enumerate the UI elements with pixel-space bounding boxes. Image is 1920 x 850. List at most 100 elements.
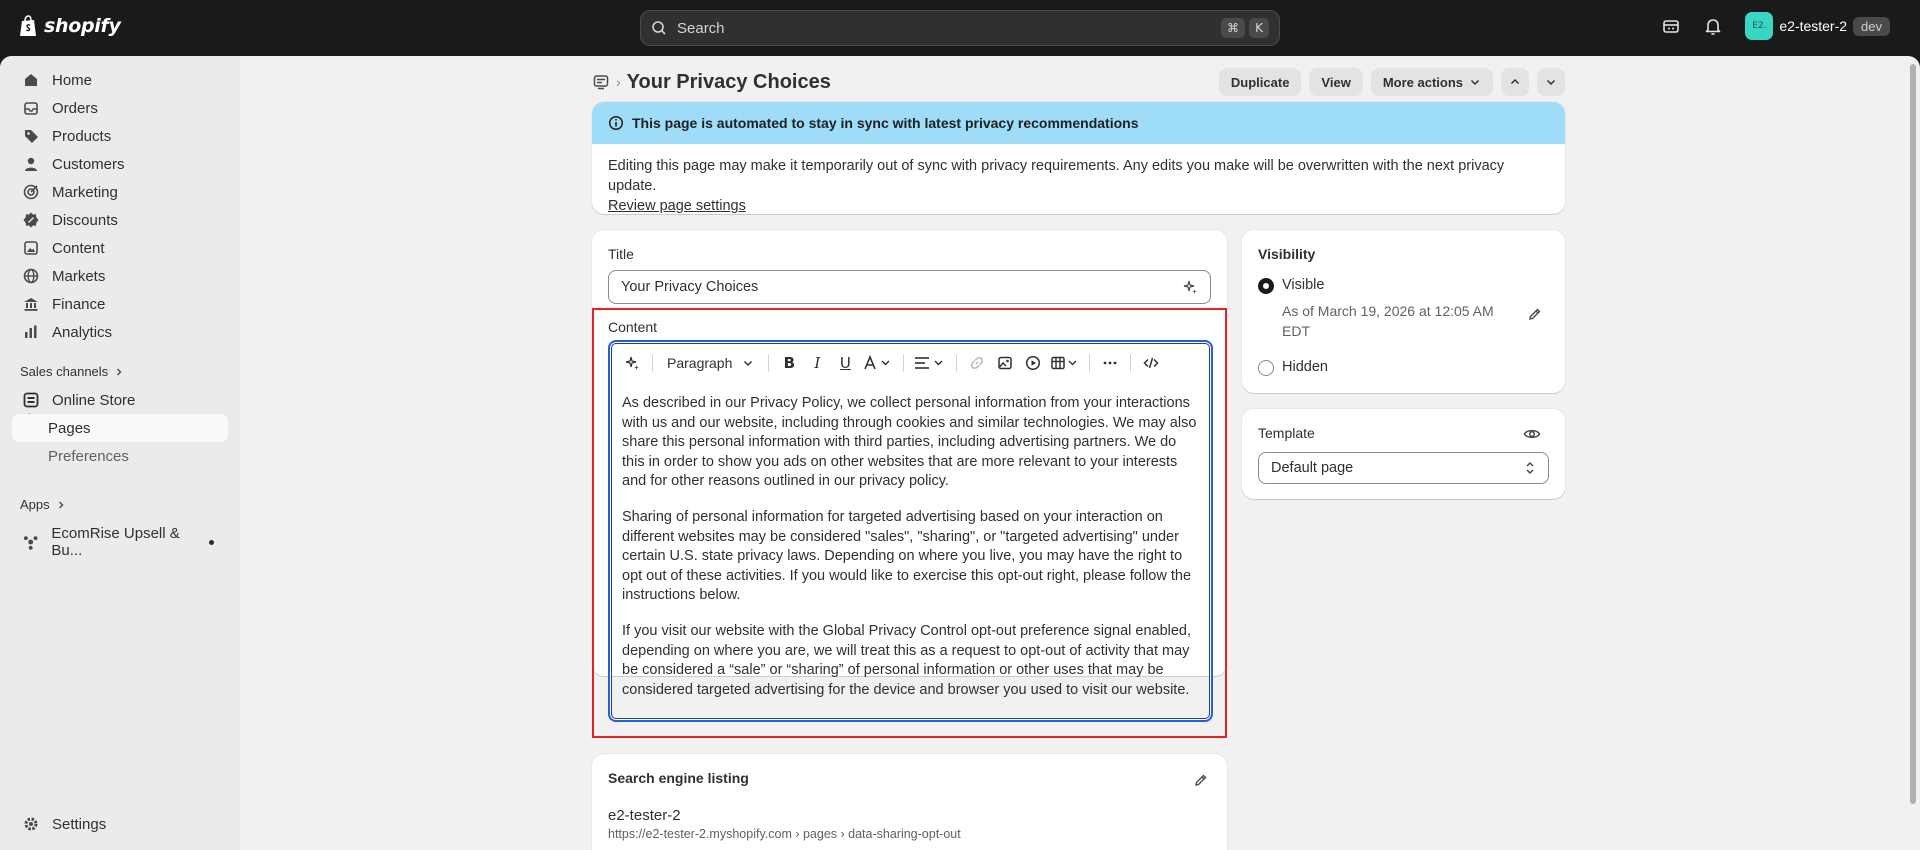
sidebar-item-analytics[interactable]: Analytics xyxy=(12,318,228,346)
env-badge: dev xyxy=(1853,16,1890,36)
visibility-card: Visibility Visible As of March 19, 2026 … xyxy=(1242,230,1565,393)
content-highlight-frame xyxy=(592,308,1227,738)
visible-label: Visible xyxy=(1282,277,1325,293)
bell-icon[interactable] xyxy=(1703,16,1723,36)
visibility-title: Visibility xyxy=(1258,246,1316,262)
sidebar-item-preferences[interactable]: Preferences xyxy=(12,442,228,470)
pin-dot-icon xyxy=(209,539,214,545)
sidebar-item-markets[interactable]: Markets xyxy=(12,262,228,290)
title-value: Your Privacy Choices xyxy=(621,279,759,295)
target-icon xyxy=(23,184,39,200)
sidebar-item-label: Pages xyxy=(48,419,91,437)
sidebar-item-label: Discounts xyxy=(52,211,118,229)
seo-url: https://e2-tester-2.myshopify.com › page… xyxy=(608,827,961,841)
sales-channels-heading[interactable]: Sales channels xyxy=(20,364,124,379)
search-shortcut: ⌘ K xyxy=(1221,18,1269,38)
view-button[interactable]: View xyxy=(1309,68,1363,96)
chevron-up-icon xyxy=(1510,78,1520,85)
sales-channels-label: Sales channels xyxy=(20,364,109,379)
template-select[interactable]: Default page xyxy=(1258,452,1549,484)
sidebar-item-label: EcomRise Upsell & Bu... xyxy=(51,525,180,559)
previous-page-button[interactable] xyxy=(1501,68,1529,96)
sidebar-item-label: Products xyxy=(52,127,112,145)
sidebar-item-home[interactable]: Home xyxy=(12,66,228,94)
account-menu[interactable]: E2. e2-tester-2 dev xyxy=(1745,12,1890,40)
visible-since-text: As of March 19, 2026 at 12:05 AM EDT xyxy=(1282,303,1494,339)
hidden-label: Hidden xyxy=(1282,359,1328,375)
person-icon xyxy=(25,157,37,171)
more-actions-button[interactable]: More actions xyxy=(1370,68,1493,96)
home-icon xyxy=(25,74,37,86)
sidebar-item-customers[interactable]: Customers xyxy=(12,150,228,178)
shopify-bag-icon xyxy=(20,15,36,36)
sidebar-item-ecomrise-app[interactable]: EcomRise Upsell & Bu... xyxy=(12,525,228,559)
duplicate-button[interactable]: Duplicate xyxy=(1218,68,1302,96)
sidebar-item-label: Customers xyxy=(52,155,125,173)
visible-radio[interactable] xyxy=(1258,278,1274,294)
sidebar-item-online-store[interactable]: Online Store xyxy=(12,386,228,414)
sidebar-item-settings[interactable]: Settings xyxy=(12,810,228,838)
apps-label: Apps xyxy=(20,497,50,512)
apps-heading[interactable]: Apps xyxy=(20,497,66,512)
chevron-down-icon xyxy=(1546,79,1556,86)
pencil-icon[interactable] xyxy=(1527,306,1543,322)
chevron-right-icon xyxy=(117,368,122,375)
sidebar-item-pages[interactable]: Pages xyxy=(12,414,228,442)
eye-icon[interactable] xyxy=(1523,425,1541,443)
sidebar-item-products[interactable]: Products xyxy=(12,122,228,150)
orders-icon xyxy=(24,102,38,115)
app-shell: Home Orders Products Customers Marketing… xyxy=(0,56,1920,850)
info-icon xyxy=(608,115,624,131)
review-page-settings-link[interactable]: Review page settings xyxy=(608,198,746,214)
chevron-right-icon xyxy=(58,501,64,508)
pencil-icon[interactable] xyxy=(1193,772,1209,788)
sparkle-icon[interactable] xyxy=(1182,279,1198,295)
sidebar-item-label: Preferences xyxy=(48,447,129,465)
next-page-button[interactable] xyxy=(1537,68,1565,96)
globe-icon xyxy=(23,268,39,284)
page-scrollbar[interactable] xyxy=(1910,64,1916,804)
banner-text: Editing this page may make it temporaril… xyxy=(608,158,1505,194)
sidebar-item-label: Marketing xyxy=(52,183,118,201)
title-field[interactable]: Your Privacy Choices xyxy=(608,270,1211,304)
search-engine-listing-card: Search engine listing e2-tester-2 https:… xyxy=(592,754,1227,850)
sidebar-item-label: Markets xyxy=(52,267,106,285)
kbd-k: K xyxy=(1249,18,1269,38)
sidebar-item-label: Analytics xyxy=(52,323,113,341)
page-title: Your Privacy Choices xyxy=(626,70,831,93)
pages-icon[interactable] xyxy=(592,73,610,91)
page-header: › Your Privacy Choices Duplicate View Mo… xyxy=(592,64,1565,100)
main-content: › Your Privacy Choices Duplicate View Mo… xyxy=(240,56,1916,850)
tag-icon xyxy=(25,130,38,143)
seo-store-name: e2-tester-2 xyxy=(608,807,681,824)
user-name: e2-tester-2 xyxy=(1779,18,1848,34)
banner-body: Editing this page may make it temporaril… xyxy=(592,144,1565,214)
search-bar[interactable]: Search ⌘ K xyxy=(640,10,1280,46)
sidebar: Home Orders Products Customers Marketing… xyxy=(0,56,240,850)
shopify-logo[interactable]: shopify xyxy=(18,14,121,38)
gear-icon xyxy=(24,817,38,831)
content-icon xyxy=(24,241,38,255)
sidebar-item-label: Home xyxy=(52,71,93,89)
sidebar-item-discounts[interactable]: Discounts xyxy=(12,206,228,234)
banner-heading: This page is automated to stay in sync w… xyxy=(632,115,1139,131)
sidebar-item-label: Settings xyxy=(52,815,107,833)
hidden-radio[interactable] xyxy=(1258,360,1274,376)
sidebar-item-marketing[interactable]: Marketing xyxy=(12,178,228,206)
sidebar-item-orders[interactable]: Orders xyxy=(12,94,228,122)
avatar: E2. xyxy=(1745,12,1774,40)
select-arrows-icon xyxy=(1526,461,1534,475)
sidebar-item-finance[interactable]: Finance xyxy=(12,290,228,318)
bank-icon xyxy=(24,298,38,311)
app-icon xyxy=(23,536,38,550)
sidebar-item-content[interactable]: Content xyxy=(12,234,228,262)
more-actions-label: More actions xyxy=(1382,74,1463,90)
template-value: Default page xyxy=(1271,460,1354,476)
search-icon xyxy=(652,21,666,35)
kbd-cmd: ⌘ xyxy=(1221,18,1245,38)
sidebar-item-label: Orders xyxy=(52,99,98,117)
search-placeholder: Search xyxy=(677,19,725,37)
template-card: Template Default page xyxy=(1242,409,1565,499)
store-icon[interactable] xyxy=(1661,16,1681,36)
top-bar: shopify Search ⌘ K E2. e2-tester-2 dev xyxy=(0,0,1920,56)
